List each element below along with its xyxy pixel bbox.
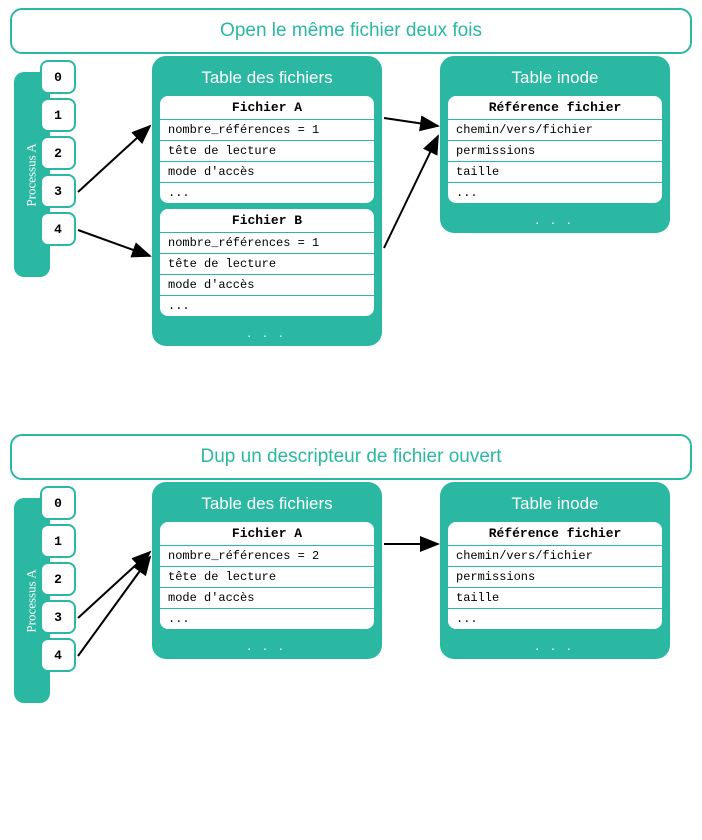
inode-table-title: Table inode <box>448 64 662 96</box>
fd-3: 3 <box>40 600 76 634</box>
file-entry-row: tête de lecture <box>160 567 374 588</box>
process-label: Processus A <box>24 569 40 632</box>
file-entry-row: nombre_références = 2 <box>160 546 374 567</box>
file-entry-row: mode d'accès <box>160 275 374 296</box>
file-table-title: Table des fichiers <box>160 64 374 96</box>
inode-entry-row: chemin/vers/fichier <box>448 120 662 141</box>
file-table-title: Table des fichiers <box>160 490 374 522</box>
fd-2: 2 <box>40 136 76 170</box>
section1-title: Open le même fichier deux fois <box>10 8 692 54</box>
inode-entry-row: ... <box>448 183 662 203</box>
file-entry-b: Fichier B nombre_références = 1 tête de … <box>160 209 374 316</box>
file-entry-row: nombre_références = 1 <box>160 233 374 254</box>
fd-3: 3 <box>40 174 76 208</box>
inode-entry-header: Référence fichier <box>448 522 662 546</box>
file-entry-row: tête de lecture <box>160 254 374 275</box>
file-entry-row: ... <box>160 296 374 316</box>
file-entry-header: Fichier B <box>160 209 374 233</box>
fd-1: 1 <box>40 98 76 132</box>
inode-entry-row: chemin/vers/fichier <box>448 546 662 567</box>
file-entry-row: ... <box>160 609 374 629</box>
file-entry-a: Fichier A nombre_références = 1 tête de … <box>160 96 374 203</box>
file-entry-row: tête de lecture <box>160 141 374 162</box>
file-entry-row: mode d'accès <box>160 162 374 183</box>
file-entry-row: mode d'accès <box>160 588 374 609</box>
fd-1: 1 <box>40 524 76 558</box>
ellipsis: . . . <box>448 209 662 227</box>
fd-0: 0 <box>40 60 76 94</box>
file-entry-row: nombre_références = 1 <box>160 120 374 141</box>
file-entry-header: Fichier A <box>160 522 374 546</box>
inode-entry-header: Référence fichier <box>448 96 662 120</box>
ellipsis: . . . <box>448 635 662 653</box>
inode-entry-row: taille <box>448 588 662 609</box>
inode-entry-row: permissions <box>448 567 662 588</box>
fd-4: 4 <box>40 638 76 672</box>
inode-entry: Référence fichier chemin/vers/fichier pe… <box>448 96 662 203</box>
fd-list-1: 0 1 2 3 4 <box>40 60 76 246</box>
fd-list-2: 0 1 2 3 4 <box>40 486 76 672</box>
fd-4: 4 <box>40 212 76 246</box>
file-entry-a2: Fichier A nombre_références = 2 tête de … <box>160 522 374 629</box>
file-table-2: Table des fichiers Fichier A nombre_réfé… <box>152 482 382 659</box>
section1: Processus A 0 1 2 3 4 Table des fichiers… <box>0 66 702 416</box>
file-table-1: Table des fichiers Fichier A nombre_réfé… <box>152 56 382 346</box>
inode-entry-row: ... <box>448 609 662 629</box>
process-label: Processus A <box>24 143 40 206</box>
section2: Processus A 0 1 2 3 4 Table des fichiers… <box>0 492 702 772</box>
section2-title: Dup un descripteur de fichier ouvert <box>10 434 692 480</box>
inode-table-1: Table inode Référence fichier chemin/ver… <box>440 56 670 233</box>
inode-entry-row: permissions <box>448 141 662 162</box>
inode-table-title: Table inode <box>448 490 662 522</box>
inode-entry-2: Référence fichier chemin/vers/fichier pe… <box>448 522 662 629</box>
file-entry-header: Fichier A <box>160 96 374 120</box>
fd-2: 2 <box>40 562 76 596</box>
fd-0: 0 <box>40 486 76 520</box>
ellipsis: . . . <box>160 322 374 340</box>
ellipsis: . . . <box>160 635 374 653</box>
inode-entry-row: taille <box>448 162 662 183</box>
file-entry-row: ... <box>160 183 374 203</box>
inode-table-2: Table inode Référence fichier chemin/ver… <box>440 482 670 659</box>
